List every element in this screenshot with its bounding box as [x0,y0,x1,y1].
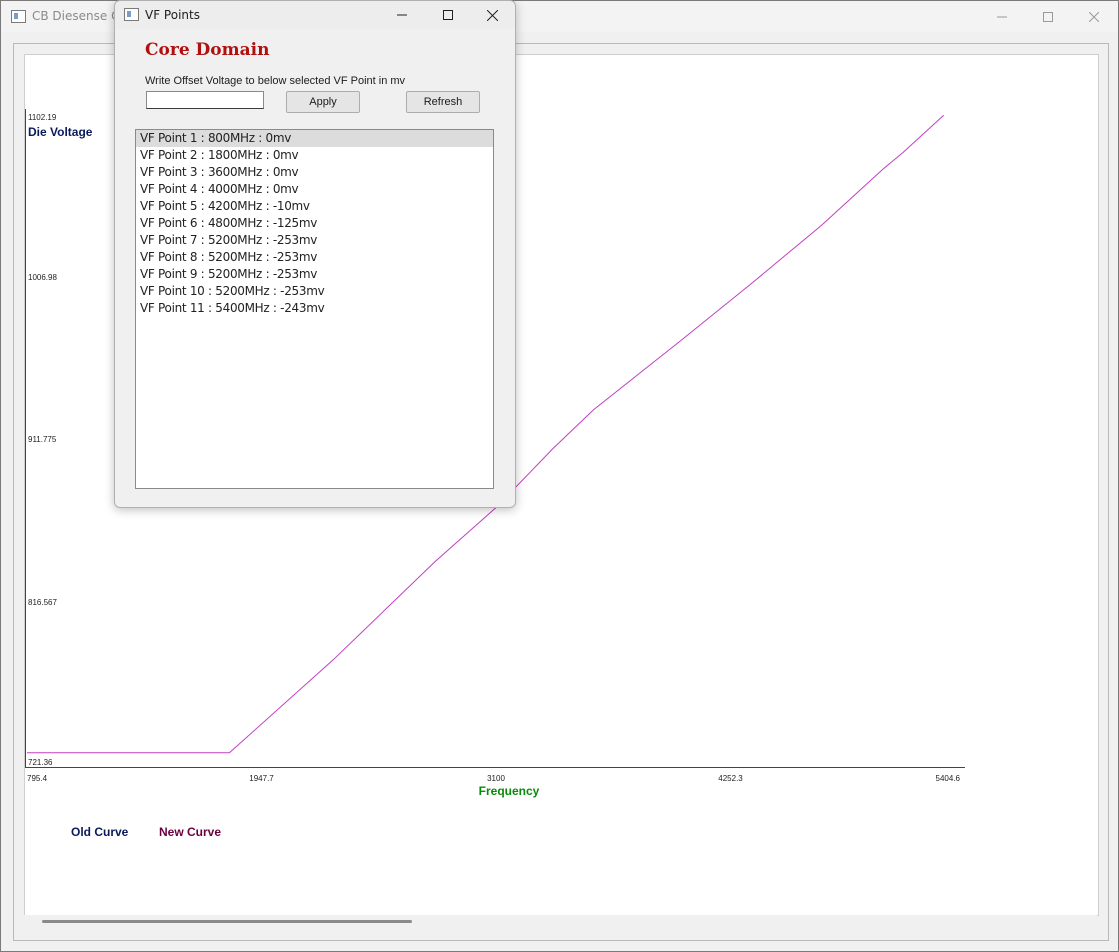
offset-instruction: Write Offset Voltage to below selected V… [145,75,406,87]
vf-point-item[interactable]: VF Point 9 : 5200MHz : -253mv [136,266,493,283]
legend-old-curve: Old Curve [71,825,129,839]
vf-point-item[interactable]: VF Point 1 : 800MHz : 0mv [136,130,493,147]
y-tick-label: 816.567 [28,598,57,607]
minimize-button[interactable] [979,1,1025,32]
maximize-icon [443,10,453,20]
vf-point-item[interactable]: VF Point 8 : 5200MHz : -253mv [136,249,493,266]
vf-point-item[interactable]: VF Point 7 : 5200MHz : -253mv [136,232,493,249]
vf-point-item[interactable]: VF Point 3 : 3600MHz : 0mv [136,164,493,181]
dialog-app-icon [124,8,139,21]
dialog-minimize-button[interactable] [379,1,425,29]
y-tick-label: 1102.19 [28,113,57,122]
x-tick-label: 3100 [487,774,505,783]
dialog-title: VF Points [145,8,200,22]
vf-point-item[interactable]: VF Point 5 : 4200MHz : -10mv [136,198,493,215]
y-tick-label: 911.775 [28,435,57,444]
vf-points-list[interactable]: VF Point 1 : 800MHz : 0mv VF Point 2 : 18… [135,129,494,489]
legend-new-curve: New Curve [159,825,222,839]
minimize-icon [997,16,1007,17]
vf-point-item[interactable]: VF Point 10 : 5200MHz : -253mv [136,283,493,300]
x-axis-label: Frequency [479,784,540,798]
offset-voltage-input[interactable] [146,91,264,109]
close-icon [1089,11,1099,22]
vf-point-item[interactable]: VF Point 6 : 4800MHz : -125mv [136,215,493,232]
y-axis-label: Die Voltage [28,125,93,139]
apply-button[interactable]: Apply [286,91,360,113]
dialog-maximize-button[interactable] [425,1,471,29]
dialog-close-button[interactable] [469,1,515,29]
close-icon [486,9,498,21]
maximize-icon [1043,11,1053,22]
minimize-icon [397,14,407,16]
vf-point-item[interactable]: VF Point 4 : 4000MHz : 0mv [136,181,493,198]
maximize-button[interactable] [1025,1,1071,32]
y-tick-label: 721.36 [28,758,53,767]
domain-heading: Core Domain [145,40,270,60]
vf-point-item[interactable]: VF Point 2 : 1800MHz : 0mv [136,147,493,164]
x-tick-label: 4252.3 [718,774,743,783]
close-button[interactable] [1071,1,1117,32]
vf-points-dialog: VF Points Core Domain Write Offset Volta… [114,0,516,508]
vf-point-item[interactable]: VF Point 11 : 5400MHz : -243mv [136,300,493,317]
dialog-titlebar[interactable]: VF Points [115,1,515,29]
horizontal-scrollbar[interactable] [24,915,1097,929]
app-icon [11,10,26,23]
x-tick-label: 795.4 [27,774,48,783]
refresh-button[interactable]: Refresh [406,91,480,113]
x-tick-label: 1947.7 [249,774,274,783]
main-window-title: CB Diesense Cu [32,9,128,23]
scrollbar-thumb[interactable] [42,920,412,923]
x-tick-label: 5404.6 [936,774,961,783]
y-tick-label: 1006.98 [28,273,57,282]
